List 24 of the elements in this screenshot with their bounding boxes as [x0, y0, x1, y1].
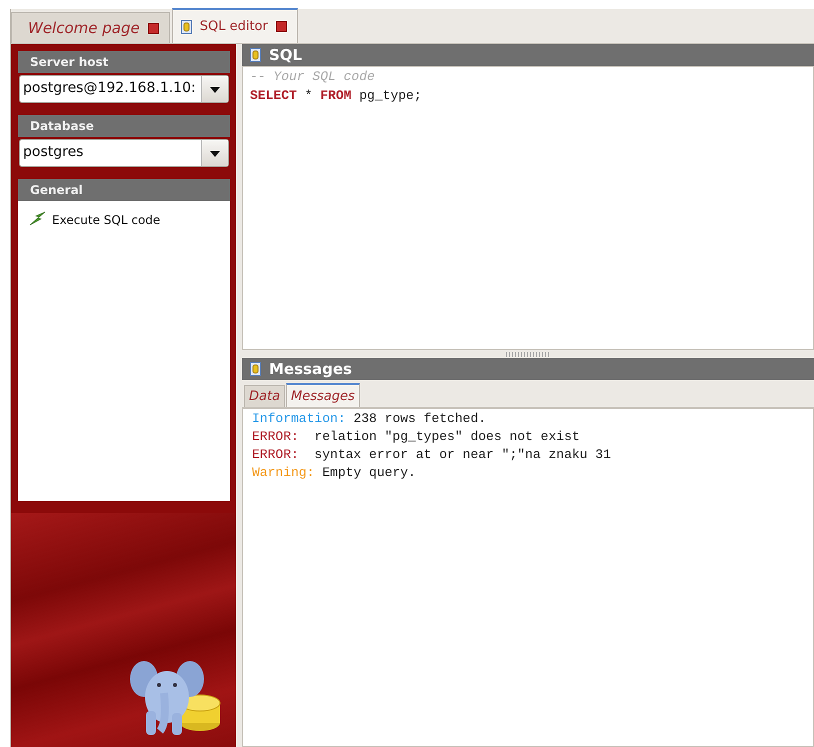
tab[interactable]: SQL editor: [172, 8, 298, 43]
section-header: Database: [18, 115, 230, 137]
close-icon[interactable]: [276, 21, 287, 32]
action-link[interactable]: Execute SQL code: [28, 211, 220, 229]
tab[interactable]: Messages: [286, 383, 360, 407]
dropdown[interactable]: postgres: [19, 139, 229, 167]
close-icon[interactable]: [148, 22, 159, 34]
code-editor[interactable]: -- Your SQL code SELECT * FROM pg_type;: [242, 66, 814, 350]
log-line: Information: 238 rows fetched.: [252, 411, 488, 428]
log-line: ERROR: syntax error at or near ";"na znaku 31: [252, 447, 612, 464]
database-icon: [250, 362, 261, 376]
dropdown[interactable]: postgres@192.168.1.10:: [19, 75, 229, 103]
section-header: General: [18, 179, 230, 201]
panel-header: SQL: [242, 44, 814, 66]
splitter-handle[interactable]: [506, 352, 550, 356]
tab[interactable]: Data: [244, 385, 286, 407]
log-line: Warning: Empty query.: [252, 465, 417, 482]
code-line: SELECT * FROM pg_type;: [250, 88, 423, 105]
database-icon: [250, 48, 261, 62]
panel-header: Messages: [242, 358, 814, 380]
section-header: Server host: [18, 51, 230, 73]
tab[interactable]: Welcome page: [11, 12, 170, 43]
code-line: -- Your SQL code: [250, 69, 376, 86]
log-line: ERROR: relation "pg_types" does not exist: [252, 429, 581, 446]
